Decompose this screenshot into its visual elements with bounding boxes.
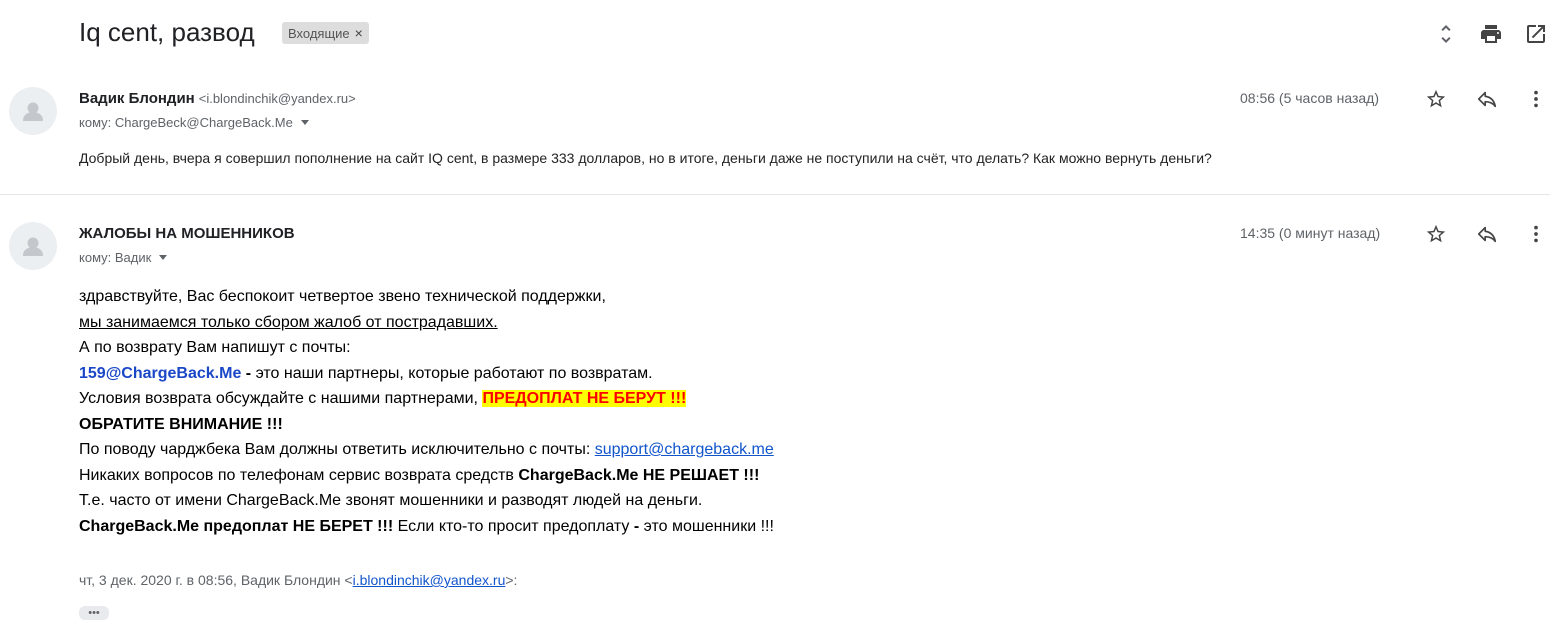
person-icon (23, 102, 43, 121)
body-line: 159@ChargeBack.Me - это наши партнеры, к… (79, 361, 774, 387)
dash-text: - (241, 364, 256, 382)
person-icon (23, 237, 43, 256)
ellipsis-icon: ••• (88, 607, 100, 619)
recipient-text: кому: ChargeBeck@ChargeBack.Me (79, 115, 293, 130)
message-body: здравствуйте, Вас беспокоит четвертое зв… (79, 284, 774, 539)
more-options-icon[interactable] (1524, 87, 1548, 111)
star-icon[interactable] (1424, 87, 1448, 111)
body-line: Т.е. часто от имени ChargeBack.Me звонят… (79, 492, 703, 509)
message-time: 08:56 (5 часов назад) (1240, 90, 1380, 106)
quote-suffix: >: (505, 572, 518, 588)
inbox-label-chip[interactable]: Входящие × (282, 22, 369, 44)
quoted-header: чт, 3 дек. 2020 г. в 08:56, Вадик Блонди… (79, 572, 517, 588)
remove-label-icon[interactable]: × (355, 25, 363, 41)
bold-text: ChargeBack.Me предоплат НЕ БЕРЕТ !!! (79, 517, 394, 535)
sender-name[interactable]: Вадик Блондин (79, 90, 195, 107)
inbox-label-text: Входящие (288, 25, 350, 41)
star-icon[interactable] (1424, 222, 1448, 246)
body-text: Условия возврата обсуждайте с нашими пар… (79, 390, 483, 407)
quote-email-link[interactable]: i.blondinchik@yandex.ru (353, 572, 506, 588)
show-details-caret-icon[interactable] (300, 120, 309, 125)
body-text: это мошенники !!! (639, 517, 774, 535)
reply-icon[interactable] (1475, 87, 1499, 111)
recipient-line: кому: Вадик (79, 250, 168, 265)
open-in-new-window-icon[interactable] (1524, 22, 1548, 46)
underlined-text: мы занимаемся только сбором жалоб от пос… (79, 313, 498, 331)
recipient-text: кому: Вадик (79, 250, 152, 265)
show-details-caret-icon[interactable] (159, 255, 168, 260)
attention-heading: ОБРАТИТЕ ВНИМАНИЕ !!! (79, 415, 283, 433)
body-line: А по возврату Вам напишут с почты: (79, 339, 351, 356)
body-text: По поводу чарджбека Вам должны ответить … (79, 441, 595, 458)
body-line: Условия возврата обсуждайте с нашими пар… (79, 386, 774, 412)
sender-email: <i.blondinchik@yandex.ru> (198, 91, 356, 106)
body-line: здравствуйте, Вас беспокоит четвертое зв… (79, 288, 606, 305)
sender-avatar[interactable] (9, 87, 57, 135)
email-subject: Iq cent, развод (79, 17, 255, 47)
body-text: Если кто-то просит предоплату (393, 517, 634, 535)
body-text: Никаких вопросов по телефонам сервис воз… (79, 466, 519, 484)
partner-email-link[interactable]: 159@ChargeBack.Me (79, 365, 241, 382)
message-snippet[interactable]: Добрый день, вчера я совершил пополнение… (79, 150, 1212, 166)
highlighted-warning: ПРЕДОПЛАТ НЕ БЕРУТ !!! (482, 390, 687, 407)
body-line: мы занимаемся только сбором жалоб от пос… (79, 310, 774, 336)
body-line: ChargeBack.Me предоплат НЕ БЕРЕТ !!! Есл… (79, 514, 774, 540)
body-line: По поводу чарджбека Вам должны ответить … (79, 437, 774, 463)
quote-prefix: чт, 3 дек. 2020 г. в 08:56, Вадик Блонди… (79, 572, 353, 588)
sender-name[interactable]: ЖАЛОБЫ НА МОШЕННИКОВ (79, 225, 295, 242)
body-line: Никаких вопросов по телефонам сервис воз… (79, 463, 774, 489)
expand-collapse-icon[interactable] (1434, 22, 1458, 46)
show-trimmed-content-button[interactable]: ••• (79, 606, 109, 620)
more-options-icon[interactable] (1524, 222, 1548, 246)
sender-line: Вадик Блондин <i.blondinchik@yandex.ru> (79, 90, 356, 107)
bold-text: ChargeBack.Me НЕ РЕШАЕТ !!! (518, 466, 760, 484)
print-icon[interactable] (1479, 22, 1503, 46)
recipient-line: кому: ChargeBeck@ChargeBack.Me (79, 115, 309, 130)
message-divider (0, 194, 1550, 195)
sender-avatar[interactable] (9, 222, 57, 270)
reply-icon[interactable] (1475, 222, 1499, 246)
message-time: 14:35 (0 минут назад) (1240, 225, 1381, 241)
body-text: это наши партнеры, которые работают по в… (255, 364, 653, 382)
support-email-link[interactable]: support@chargeback.me (595, 441, 774, 458)
